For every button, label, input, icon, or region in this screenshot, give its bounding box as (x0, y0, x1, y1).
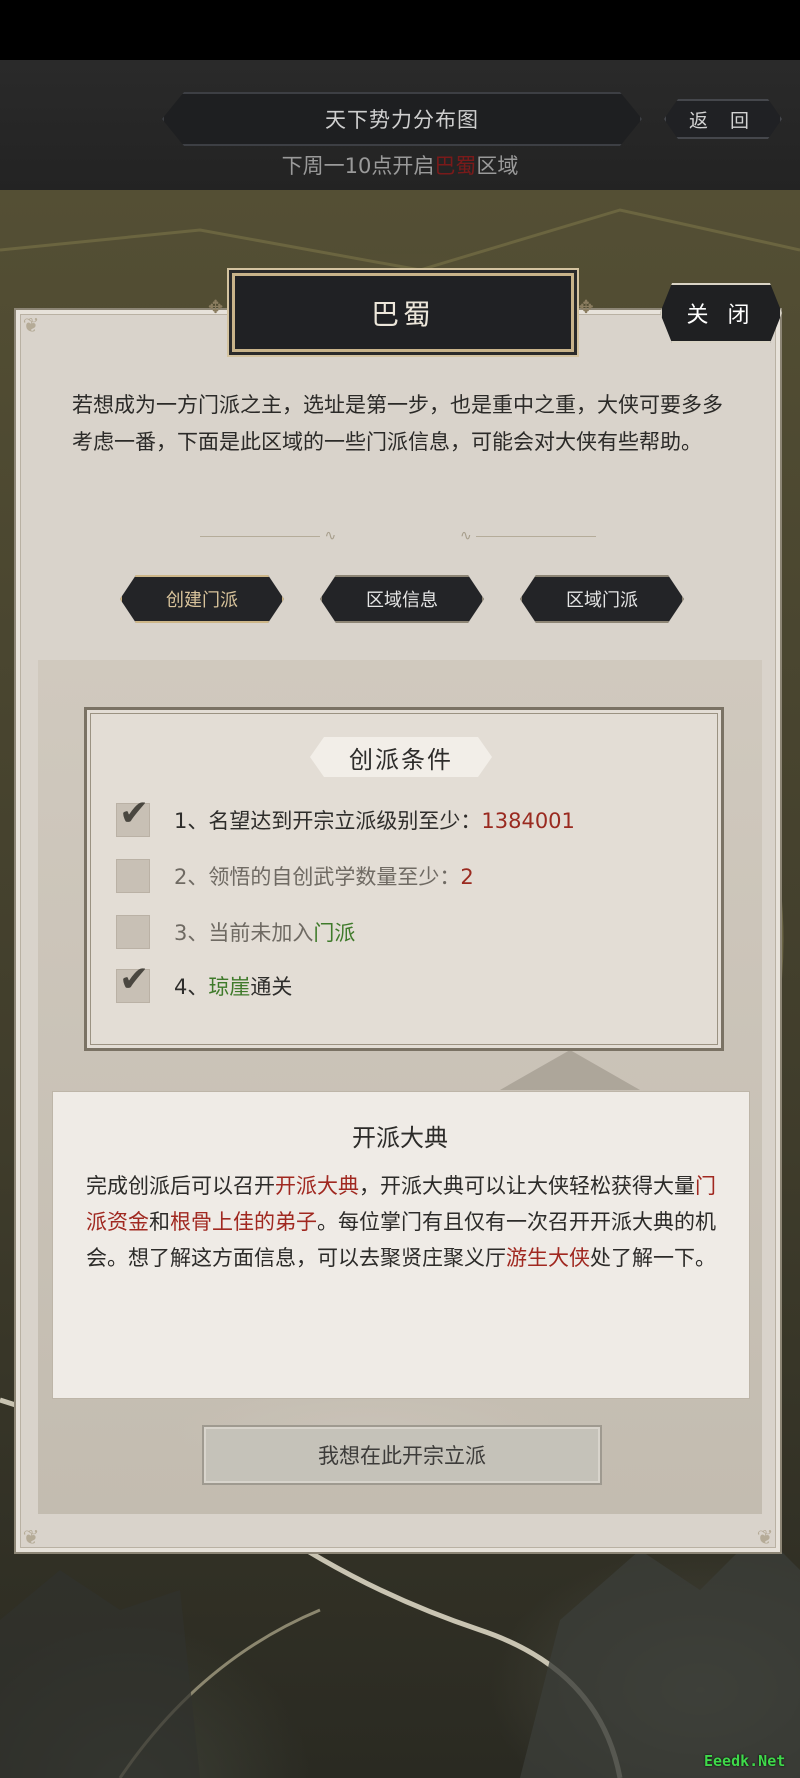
condition-text: 3、当前未加入门派 (174, 921, 356, 945)
notice-region: 巴蜀 (434, 154, 477, 178)
ceremony-text: 完成创派后可以召开开派大典，开派大典可以让大侠轻松获得大量门派资金和根骨上佳的弟… (86, 1174, 716, 1270)
status-bar (0, 0, 800, 60)
mountain-decoration (500, 1050, 640, 1090)
ceremony-title: 开派大典 (352, 1124, 448, 1152)
notice-prefix: 下周一10点开启 (281, 154, 435, 178)
corner-ornament-icon: ❦ (22, 1525, 40, 1549)
tab-region-info[interactable]: 区域信息 (320, 575, 484, 623)
conditions-title: 创派条件 (310, 737, 492, 777)
region-name-plaque: 巴蜀 (232, 273, 574, 352)
map-title-bar: 天下势力分布图 (162, 92, 642, 146)
condition-checkbox[interactable]: ✔ (116, 796, 150, 837)
condition-text: 2、领悟的自创武学数量至少：2 (174, 865, 474, 889)
tab-create-sect[interactable]: 创建门派 (120, 575, 284, 623)
found-sect-button[interactable]: 我想在此开宗立派 (202, 1425, 602, 1485)
condition-checkbox[interactable] (116, 915, 150, 949)
divider-right: ∿ (460, 528, 597, 544)
tab-region-sects[interactable]: 区域门派 (520, 575, 684, 623)
corner-ornament-icon: ❦ (22, 313, 40, 337)
checkmark-icon: ✔ (119, 793, 150, 834)
close-button[interactable]: 关 闭 (660, 283, 782, 343)
divider-left: ∿ (200, 528, 336, 544)
condition-checkbox[interactable]: ✔ (116, 962, 150, 1003)
corner-ornament-icon: ❦ (756, 1525, 774, 1549)
condition-checkbox[interactable] (116, 859, 150, 893)
checkmark-icon: ✔ (119, 959, 150, 1000)
watermark-text: Eeedk.Net (704, 1752, 786, 1770)
intro-text: 若想成为一方门派之主，选址是第一步，也是重中之重，大侠可要多多考虑一番，下面是此… (72, 393, 723, 454)
notice-suffix: 区域 (476, 154, 519, 178)
condition-row: ✔ 1、名望达到开宗立派级别至少：1384001 (116, 796, 575, 838)
back-button[interactable]: 返 回 (664, 99, 782, 139)
condition-row: 3、当前未加入门派 (116, 914, 355, 950)
condition-row: ✔ 4、琼崖通关 (116, 962, 293, 1004)
condition-row: 2、领悟的自创武学数量至少：2 (116, 858, 474, 894)
condition-text: 4、琼崖通关 (174, 975, 293, 999)
condition-text: 1、名望达到开宗立派级别至少：1384001 (174, 809, 575, 833)
open-notice: 下周一10点开启巴蜀区域 (0, 150, 800, 180)
